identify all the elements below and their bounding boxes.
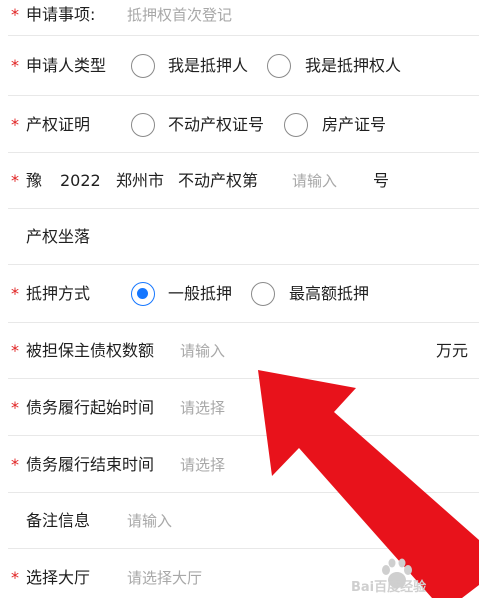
option-mortgagor[interactable]: 我是抵押人 xyxy=(168,56,248,76)
option-max-mortgage[interactable]: 最高额抵押 xyxy=(289,284,369,304)
row-applicant-type: * 申请人类型 我是抵押人 我是抵押权人 xyxy=(0,36,479,96)
cert-number-input[interactable]: 请输入 xyxy=(292,171,337,191)
amount-unit: 万元 xyxy=(436,341,469,360)
cert-city: 郑州市 xyxy=(116,171,165,190)
row-end-time: * 债务履行结束时间 请选择 xyxy=(0,436,479,493)
watermark: Bai百度经验 xyxy=(343,558,473,596)
cert-prefix: 豫 xyxy=(26,171,43,190)
row-location: 产权坐落 xyxy=(0,209,479,265)
guaranteed-amount-label: 被担保主债权数额 xyxy=(26,341,155,360)
required-mark: * xyxy=(11,397,19,417)
option-mortgagee[interactable]: 我是抵押权人 xyxy=(305,56,401,76)
radio-realty-cert[interactable] xyxy=(131,112,155,137)
radio-house-cert[interactable] xyxy=(284,112,308,137)
option-house-cert[interactable]: 房产证号 xyxy=(322,115,386,135)
required-mark: * xyxy=(11,284,19,303)
required-mark: * xyxy=(11,341,19,360)
cert-year: 2022 xyxy=(60,171,101,190)
end-time-picker[interactable]: 请选择 xyxy=(180,455,225,475)
start-time-picker[interactable]: 请选择 xyxy=(180,398,225,418)
row-start-time: * 债务履行起始时间 请选择 xyxy=(0,379,479,436)
application-form: * 申请事项: 抵押权首次登记 * 申请人类型 我是抵押人 我是抵押权人 * 产… xyxy=(0,0,479,598)
location-label: 产权坐落 xyxy=(26,227,91,246)
hall-picker[interactable]: 请选择大厅 xyxy=(127,568,202,588)
row-remarks: 备注信息 请输入 xyxy=(0,493,479,549)
row-guaranteed-amount: * 被担保主债权数额 请输入 万元 xyxy=(0,323,479,379)
hall-label: 选择大厅 xyxy=(26,568,91,587)
row-mortgage-method: * 抵押方式 一般抵押 最高额抵押 xyxy=(0,265,479,323)
required-mark: * xyxy=(11,454,19,474)
cert-suffix: 号 xyxy=(373,171,390,190)
mortgage-method-label: 抵押方式 xyxy=(26,284,91,303)
start-time-label: 债务履行起始时间 xyxy=(26,397,155,417)
required-mark: * xyxy=(11,5,19,24)
application-value: 抵押权首次登记 xyxy=(127,6,233,24)
radio-general-mortgage[interactable] xyxy=(131,282,155,306)
row-property-proof: * 产权证明 不动产权证号 房产证号 xyxy=(0,96,479,153)
watermark-text: Bai百度经验 xyxy=(351,580,427,595)
property-proof-label: 产权证明 xyxy=(26,114,91,134)
row-application: * 申请事项: 抵押权首次登记 xyxy=(0,0,479,36)
end-time-label: 债务履行结束时间 xyxy=(26,454,155,474)
row-cert-number: * 豫 2022 郑州市 不动产权第 请输入 号 xyxy=(0,153,479,209)
radio-mortgagor[interactable] xyxy=(131,54,155,78)
required-mark: * xyxy=(11,114,19,134)
required-mark: * xyxy=(11,171,19,190)
remarks-label: 备注信息 xyxy=(26,511,91,530)
guaranteed-amount-input[interactable]: 请输入 xyxy=(180,341,225,361)
application-label: 申请事项: xyxy=(26,5,96,24)
remarks-input[interactable]: 请输入 xyxy=(127,511,172,531)
radio-mortgagee[interactable] xyxy=(267,54,291,78)
option-general-mortgage[interactable]: 一般抵押 xyxy=(168,284,232,304)
radio-max-mortgage[interactable] xyxy=(251,282,275,306)
applicant-type-label: 申请人类型 xyxy=(26,56,107,75)
required-mark: * xyxy=(11,568,19,587)
option-realty-cert[interactable]: 不动产权证号 xyxy=(168,115,264,135)
cert-kind: 不动产权第 xyxy=(178,171,259,190)
required-mark: * xyxy=(11,56,19,75)
